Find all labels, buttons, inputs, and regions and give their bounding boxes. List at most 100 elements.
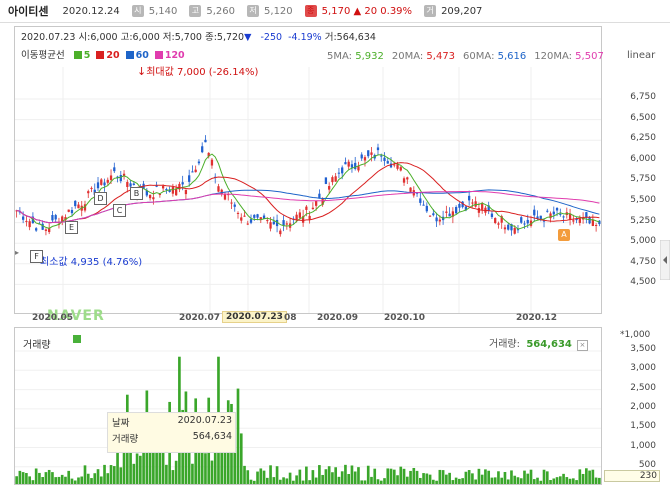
volume-bar: [174, 460, 178, 484]
candle-body: [314, 201, 318, 206]
open-badge: 시: [131, 5, 144, 17]
candle-body: [308, 215, 311, 220]
volume-bar: [272, 477, 276, 484]
candle-body: [526, 219, 529, 224]
volume-bar: [314, 477, 318, 484]
candle-body: [249, 219, 253, 223]
marker-a[interactable]: A: [558, 229, 570, 241]
volume-bar: [51, 472, 54, 484]
volume-bar: [18, 470, 22, 484]
candle-body: [165, 189, 168, 191]
volume-bar: [523, 470, 526, 484]
candle-body: [161, 185, 165, 189]
candle-body: [285, 223, 288, 225]
volume-bar: [112, 466, 116, 484]
candle-body: [360, 154, 363, 159]
volume-bar: [135, 453, 139, 484]
price-tick: 5,250: [630, 215, 656, 226]
volume-bar: [80, 476, 84, 484]
volume-bar: [54, 477, 58, 484]
date-axis: 2020.05 2020.07 2020.07.23 08 2020.09 20…: [14, 311, 602, 326]
volume-bar: [269, 465, 272, 484]
candle-body: [253, 214, 256, 218]
candle-body: [298, 212, 302, 218]
candle-body: [236, 212, 240, 214]
candle-body: [74, 200, 77, 207]
candle-body: [152, 197, 155, 200]
volume-bar: [347, 473, 351, 484]
volume-bar: [526, 473, 530, 484]
candle-body: [262, 215, 266, 219]
marker-b[interactable]: B: [130, 187, 143, 200]
candle-body: [406, 177, 409, 180]
candle-body: [171, 187, 175, 194]
candle-body: [100, 179, 103, 185]
volume-bar: [464, 471, 468, 484]
candle-body: [201, 146, 204, 153]
candle-body: [188, 175, 191, 182]
x-label-dec: 2020.12: [516, 313, 557, 323]
candle-body: [21, 216, 25, 220]
volume-bar: [418, 477, 422, 484]
candle-body: [507, 224, 510, 230]
volume-panel[interactable]: 거래량 거래량: 564,634 ×: [14, 327, 602, 485]
candle-body: [438, 219, 441, 222]
candle-body: [588, 217, 591, 224]
candle-body: [243, 215, 246, 217]
volume-tooltip: 날짜 2020.07.23 거래량 564,634: [107, 412, 236, 453]
volume-bar: [366, 465, 370, 484]
candle-body: [233, 204, 236, 207]
volume-bar: [487, 470, 491, 484]
candle-body: [454, 207, 458, 214]
volume-bar: [373, 468, 377, 484]
volume-bar: [70, 478, 74, 484]
volume-bar: [568, 478, 572, 484]
volume-bar: [448, 472, 451, 484]
volume-bar: [285, 478, 289, 484]
volume-bar: [555, 477, 559, 484]
candle-body: [432, 213, 435, 216]
marker-d[interactable]: D: [94, 192, 107, 205]
volume-plot[interactable]: [15, 328, 601, 484]
candle-body: [481, 203, 484, 210]
scroll-right-icon[interactable]: [660, 240, 670, 280]
volume-bar: [165, 464, 168, 484]
volume-bar: [532, 479, 536, 484]
tooltip-vol-label: 거래량: [112, 434, 139, 445]
price-chart-panel[interactable]: 2020.07.23 시:6,000 고:6,000 저:5,700 종:5,7…: [14, 26, 604, 324]
volume-bar: [575, 480, 578, 484]
candle-body: [386, 161, 389, 164]
price-tick: 5,000: [630, 236, 656, 247]
candle-body: [393, 164, 396, 166]
candle-body: [350, 164, 354, 168]
volume-bar: [288, 472, 292, 484]
price-tick: 6,000: [630, 153, 656, 164]
volume-bar: [246, 470, 250, 484]
close-icon[interactable]: ×: [576, 340, 588, 351]
volume-bar: [152, 451, 155, 484]
candle-body: [256, 214, 259, 218]
marker-e[interactable]: E: [65, 221, 78, 234]
price-plot[interactable]: [15, 27, 601, 313]
volume-bar: [581, 473, 585, 484]
volume-bar: [67, 470, 71, 484]
candle-body: [341, 167, 344, 174]
high-badge: 고: [189, 5, 202, 17]
volume-readout: 거래량: 564,634 ×: [489, 335, 588, 351]
volume-bar: [558, 476, 562, 484]
marker-c[interactable]: C: [113, 204, 126, 217]
candle-body: [334, 176, 337, 182]
marker-f[interactable]: F: [30, 250, 43, 263]
tooltip-date-label: 날짜: [112, 418, 130, 429]
scroll-left-icon[interactable]: ▸: [15, 248, 19, 257]
change-value: ▲ 20: [353, 5, 378, 17]
price-tick: 4,500: [630, 277, 656, 288]
volume-bar: [536, 477, 539, 484]
close-badge: 종: [304, 5, 317, 17]
volume-bar: [363, 480, 367, 484]
candle-body: [295, 214, 298, 221]
candle-body: [51, 215, 54, 221]
price-tick: 5,500: [630, 195, 656, 205]
candle-body: [282, 220, 285, 226]
volume-bar: [28, 476, 31, 484]
